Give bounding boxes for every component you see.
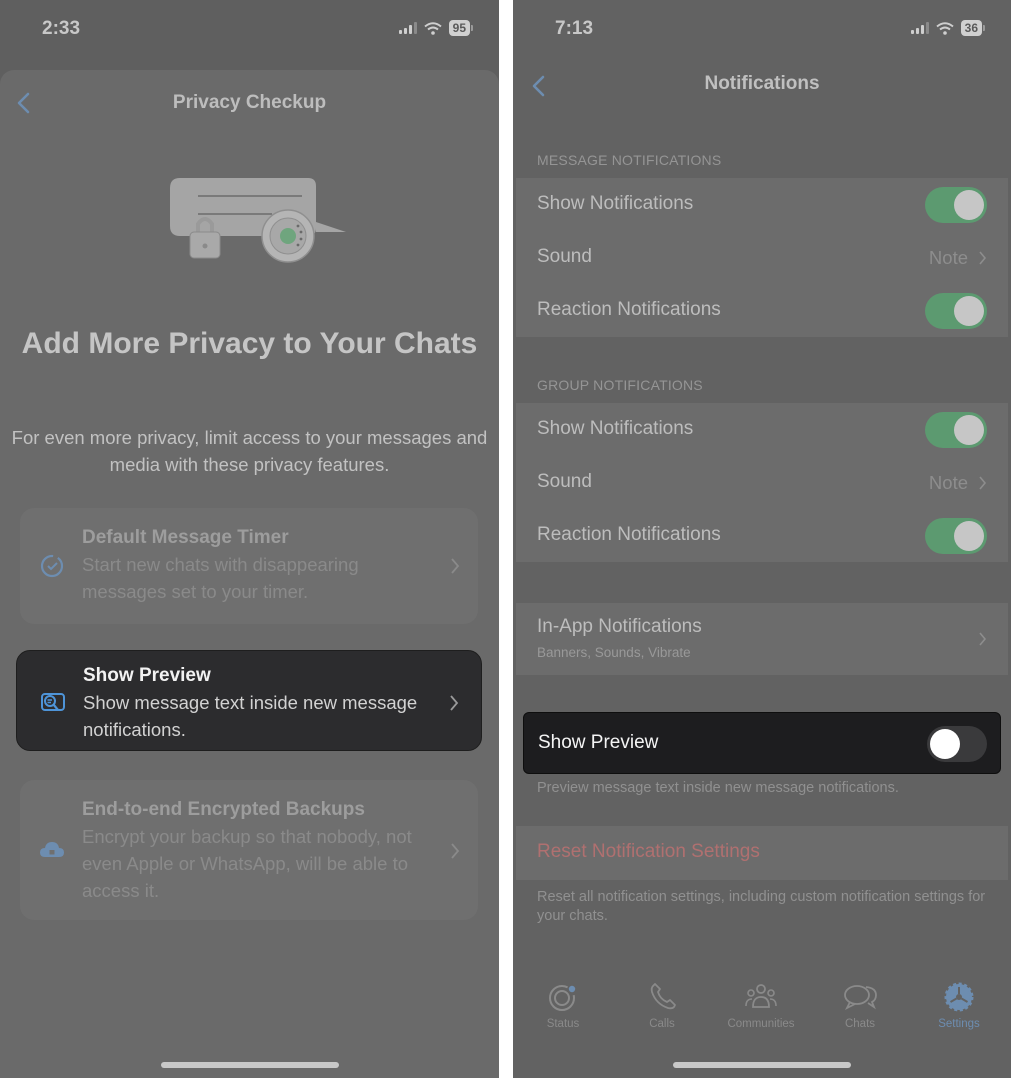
status-icons: 95 [398,20,473,36]
page-title: Notifications [704,73,820,94]
tab-bar: Status Calls Communities Chats Settings [513,980,1011,1040]
settings-gear-icon [944,982,974,1012]
headline: Add More Privacy to Your Chats [21,327,478,360]
chevron-right-icon [451,843,460,859]
card-title: Default Message Timer [82,527,289,548]
battery-level: 36 [960,20,982,36]
show-preview-toggle[interactable] [927,726,987,762]
reset-notification-settings-button[interactable]: Reset Notification Settings [516,826,1008,880]
default-message-timer-card[interactable]: Default Message Timer Start new chats wi… [20,508,478,624]
row-reaction-notifications[interactable]: Reaction Notifications [516,284,1008,337]
page-title: Privacy Checkup [172,92,327,113]
wifi-icon [424,21,442,35]
card-description: Start new chats with disappearing messag… [82,554,359,602]
status-icons: 36 [910,20,985,36]
group-notifications-group: Show Notifications Sound Note Reaction N… [516,403,1008,562]
chevron-right-icon [450,695,459,711]
show-preview-card[interactable]: Show Preview Show message text inside ne… [16,650,482,751]
tab-settings[interactable]: Settings [914,980,1004,1030]
battery-icon: 36 [960,20,985,36]
encrypted-backups-card[interactable]: End-to-end Encrypted Backups Encrypt you… [20,780,478,920]
row-sound[interactable]: Sound Note [516,456,1008,509]
privacy-checkup-sheet: Privacy Checkup Add More Privacy to Your… [0,70,499,1078]
row-value: Note [928,472,968,493]
row-label: Reaction Notifications [537,524,721,545]
row-label: Sound [537,246,592,267]
tab-status[interactable]: Status [518,980,608,1030]
battery-level: 95 [448,20,470,36]
phone-icon [650,983,676,1010]
tab-label: Status [546,1018,580,1030]
row-value: Note [928,247,968,268]
reaction-notifications-toggle[interactable] [925,293,987,329]
row-label: Show Notifications [537,193,694,214]
privacy-checkup-screen: 2:33 95 Privacy Checkup Add More Privacy… [0,0,499,1078]
wifi-icon [936,21,954,35]
status-icon [549,985,576,1011]
row-sound[interactable]: Sound Note [516,231,1008,284]
notifications-screen: 7:13 36 Notifications MESSAGE NOTIFICATI… [513,0,1011,1078]
message-preview-icon [41,693,65,711]
tab-label: Communities [727,1018,795,1030]
message-notifications-group: Show Notifications Sound Note Reaction N… [516,178,1008,337]
group-reaction-notifications-toggle[interactable] [925,518,987,554]
chevron-right-icon [979,251,987,265]
status-bar: 2:33 95 [0,0,499,60]
show-notifications-toggle[interactable] [925,187,987,223]
tab-label: Settings [938,1018,980,1030]
show-preview-row[interactable]: Show Preview [523,712,1001,774]
row-sublabel: Banners, Sounds, Vibrate [537,645,691,660]
section-header-message: MESSAGE NOTIFICATIONS [537,152,722,168]
card-description: Encrypt your backup so that nobody, not … [82,826,412,901]
in-app-notifications-row[interactable]: In-App Notifications Banners, Sounds, Vi… [516,603,1008,675]
card-title: End-to-end Encrypted Backups [82,799,365,820]
privacy-chat-lock-illustration [170,178,346,263]
row-label: Show Preview [538,732,659,753]
card-description: Show message text inside new message not… [83,692,418,740]
subtext: For even more privacy, limit access to y… [11,427,488,475]
tab-chats[interactable]: Chats [815,980,905,1030]
row-label: Sound [537,471,592,492]
chevron-right-icon [979,476,987,490]
chats-icon [844,985,877,1011]
cloud-lock-icon [40,842,64,857]
section-header-group: GROUP NOTIFICATIONS [537,377,703,393]
status-time: 7:13 [555,18,594,39]
tab-label: Calls [649,1018,675,1030]
card-title: Show Preview [83,665,211,686]
row-show-notifications[interactable]: Show Notifications [516,178,1008,231]
row-label: Reset Notification Settings [537,841,760,862]
row-label: Reaction Notifications [537,299,721,320]
cellular-signal-icon [910,22,929,34]
cellular-signal-icon [398,22,417,34]
reset-footer: Reset all notification settings, includi… [537,889,986,924]
home-indicator[interactable] [160,1062,339,1068]
chevron-right-icon [979,632,987,646]
communities-icon [745,984,777,1008]
row-label: Show Notifications [537,418,694,439]
chevron-right-icon [451,558,460,574]
status-time: 2:33 [42,18,81,39]
status-bar: 7:13 36 [513,0,1011,60]
tab-communities[interactable]: Communities [716,980,806,1030]
group-show-notifications-toggle[interactable] [925,412,987,448]
tab-calls[interactable]: Calls [617,980,707,1030]
row-show-notifications[interactable]: Show Notifications [516,403,1008,456]
home-indicator[interactable] [673,1062,851,1068]
tab-label: Chats [844,1018,876,1030]
show-preview-footer: Preview message text inside new message … [537,780,899,796]
row-label: In-App Notifications [537,616,702,637]
battery-icon: 95 [448,20,473,36]
timer-icon [40,554,64,578]
row-reaction-notifications[interactable]: Reaction Notifications [516,509,1008,562]
